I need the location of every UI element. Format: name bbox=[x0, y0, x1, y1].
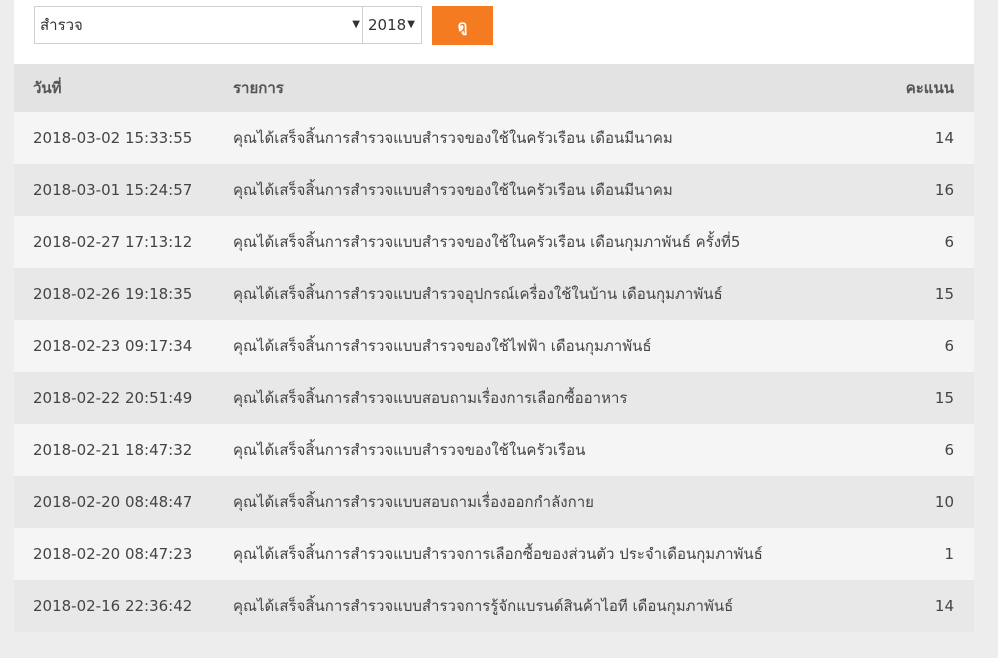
view-button[interactable]: ดู bbox=[432, 6, 493, 45]
chevron-down-icon: ▼ bbox=[352, 19, 360, 30]
year-value: 2018 bbox=[368, 16, 407, 34]
row-item: คุณได้เสร็จสิ้นการสำรวจแบบสำรวจการเลือกซ… bbox=[233, 545, 763, 563]
table-row: 2018-02-20 08:48:47 คุณได้เสร็จสิ้นการสำ… bbox=[14, 476, 974, 528]
table-row: 2018-03-01 15:24:57 คุณได้เสร็จสิ้นการสำ… bbox=[14, 164, 974, 216]
row-item: คุณได้เสร็จสิ้นการสำรวจแบบสำรวจของใช้ในค… bbox=[233, 181, 673, 199]
table-row: 2018-02-26 19:18:35 คุณได้เสร็จสิ้นการสำ… bbox=[14, 268, 974, 320]
table-row: 2018-02-20 08:47:23 คุณได้เสร็จสิ้นการสำ… bbox=[14, 528, 974, 580]
row-date: 2018-02-16 22:36:42 bbox=[33, 597, 193, 615]
history-table: วันที่ รายการ คะแนน 2018-03-02 15:33:55 … bbox=[14, 64, 974, 632]
row-score: 15 bbox=[934, 285, 954, 303]
table-row: 2018-02-22 20:51:49 คุณได้เสร็จสิ้นการสำ… bbox=[14, 372, 974, 424]
table-row: 2018-03-02 15:33:55 คุณได้เสร็จสิ้นการสำ… bbox=[14, 112, 974, 164]
row-score: 16 bbox=[934, 181, 954, 199]
row-date: 2018-02-20 08:48:47 bbox=[33, 493, 193, 511]
row-score: 10 bbox=[934, 493, 954, 511]
table-row: 2018-02-21 18:47:32 คุณได้เสร็จสิ้นการสำ… bbox=[14, 424, 974, 476]
row-score: 14 bbox=[934, 129, 954, 147]
header-date: วันที่ bbox=[33, 79, 62, 97]
table-row: 2018-02-27 17:13:12 คุณได้เสร็จสิ้นการสำ… bbox=[14, 216, 974, 268]
table-body: 2018-03-02 15:33:55 คุณได้เสร็จสิ้นการสำ… bbox=[14, 112, 974, 632]
row-date: 2018-02-27 17:13:12 bbox=[33, 233, 193, 251]
table-row: 2018-02-16 22:36:42 คุณได้เสร็จสิ้นการสำ… bbox=[14, 580, 974, 632]
row-item: คุณได้เสร็จสิ้นการสำรวจแบบสำรวจของใช้ในค… bbox=[233, 441, 586, 459]
row-date: 2018-03-02 15:33:55 bbox=[33, 129, 193, 147]
row-item: คุณได้เสร็จสิ้นการสำรวจแบบสำรวจของใช้ในค… bbox=[233, 233, 741, 251]
year-select[interactable]: 2018 ▼ bbox=[362, 6, 422, 44]
row-date: 2018-02-26 19:18:35 bbox=[33, 285, 193, 303]
row-item: คุณได้เสร็จสิ้นการสำรวจแบบสอบถามเรื่องออ… bbox=[233, 493, 594, 511]
row-date: 2018-02-21 18:47:32 bbox=[33, 441, 193, 459]
header-item: รายการ bbox=[233, 79, 284, 97]
header-score: คะแนน bbox=[905, 79, 954, 97]
row-date: 2018-02-23 09:17:34 bbox=[33, 337, 193, 355]
row-item: คุณได้เสร็จสิ้นการสำรวจแบบสำรวจการรู้จัก… bbox=[233, 597, 734, 615]
row-item: คุณได้เสร็จสิ้นการสำรวจแบบสำรวจของใช้ไฟฟ… bbox=[233, 337, 652, 355]
row-item: คุณได้เสร็จสิ้นการสำรวจแบบสอบถามเรื่องกา… bbox=[233, 389, 628, 407]
survey-type-select[interactable]: สำรวจ ▼ bbox=[34, 6, 367, 44]
table-row: 2018-02-23 09:17:34 คุณได้เสร็จสิ้นการสำ… bbox=[14, 320, 974, 372]
filter-panel: สำรวจ ▼ 2018 ▼ ดู bbox=[14, 0, 974, 64]
table-header: วันที่ รายการ คะแนน bbox=[14, 64, 974, 112]
row-score: 6 bbox=[944, 337, 954, 355]
row-score: 1 bbox=[944, 545, 954, 563]
row-score: 6 bbox=[944, 441, 954, 459]
survey-type-value: สำรวจ bbox=[40, 16, 83, 34]
row-item: คุณได้เสร็จสิ้นการสำรวจแบบสำรวจอุปกรณ์เค… bbox=[233, 285, 723, 303]
row-score: 14 bbox=[934, 597, 954, 615]
row-score: 15 bbox=[934, 389, 954, 407]
chevron-down-icon: ▼ bbox=[407, 19, 415, 30]
row-date: 2018-02-22 20:51:49 bbox=[33, 389, 193, 407]
row-item: คุณได้เสร็จสิ้นการสำรวจแบบสำรวจของใช้ในค… bbox=[233, 129, 673, 147]
row-date: 2018-03-01 15:24:57 bbox=[33, 181, 193, 199]
row-date: 2018-02-20 08:47:23 bbox=[33, 545, 193, 563]
row-score: 6 bbox=[944, 233, 954, 251]
